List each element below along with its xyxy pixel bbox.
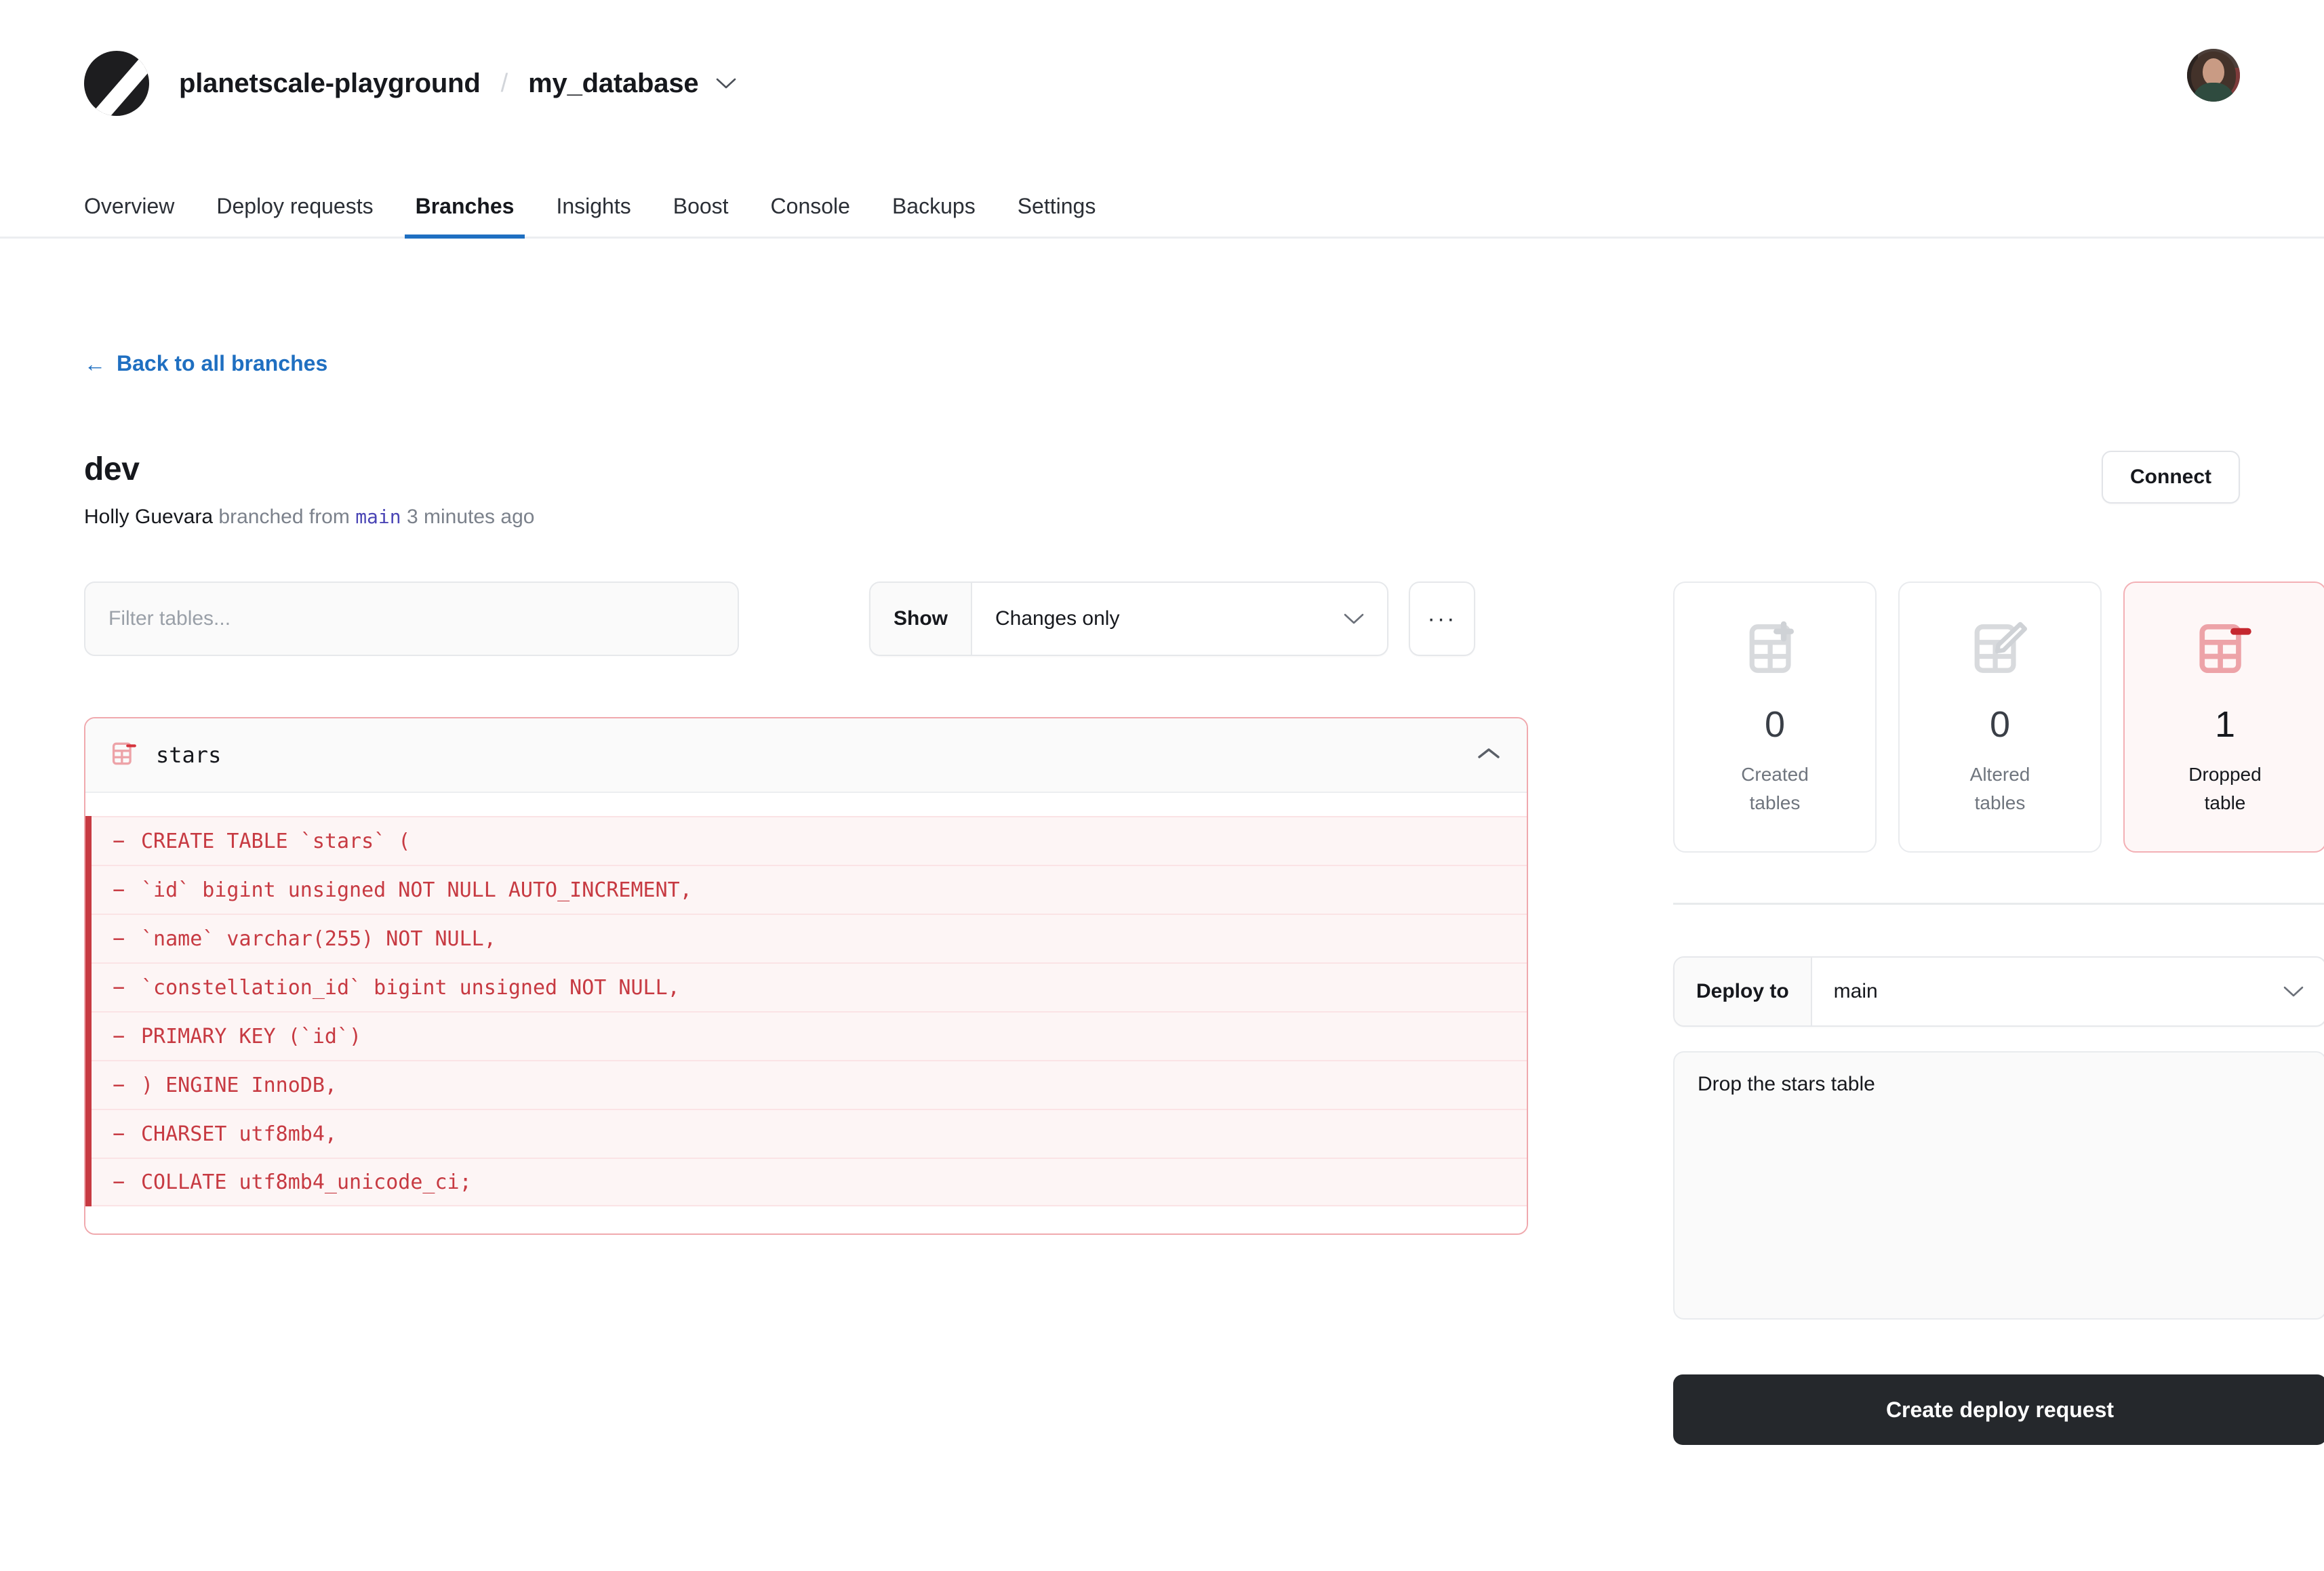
section-divider [1673,903,2324,905]
show-label: Show [870,583,972,655]
branch-branched-text: branched from [218,506,349,528]
avatar[interactable] [2187,49,2240,102]
tab-backups[interactable]: Backups [892,194,976,237]
diff-panel-header[interactable]: stars [85,718,1527,793]
more-options-button[interactable]: ··· [1409,582,1475,656]
table-diff-panel: stars −CREATE TABLE `stars` ( −`id` bigi… [84,717,1528,1235]
diff-sign: − [113,1025,141,1048]
chevron-up-icon[interactable] [1475,746,1502,765]
chevron-down-icon [1344,607,1364,630]
diff-line: −`constellation_id` bigint unsigned NOT … [85,962,1527,1011]
table-plus-icon [1744,617,1806,683]
stat-label: Dropped table [2188,760,2261,817]
branch-time: 3 minutes ago [407,506,534,528]
tab-boost[interactable]: Boost [673,194,729,237]
chevron-down-icon [2283,980,2304,1003]
diff-sign: − [113,976,141,1000]
deploy-to-label: Deploy to [1675,958,1812,1025]
stat-count: 1 [2215,703,2235,746]
table-edit-icon [1969,617,2031,683]
table-minus-icon [110,739,138,771]
diff-table-name: stars [156,742,221,768]
stat-count: 0 [1765,703,1785,746]
diff-line: −`name` varchar(255) NOT NULL, [85,914,1527,962]
diff-sign: − [113,1170,141,1194]
stat-card-dropped-tables: 1 Dropped table [2123,582,2324,853]
diff-line: −PRIMARY KEY (`id`) [85,1011,1527,1060]
create-deploy-request-button[interactable]: Create deploy request [1673,1374,2324,1445]
deploy-target-value: main [1834,980,1878,1003]
diff-sign: − [113,1122,141,1146]
diff-sign: − [113,878,141,902]
stat-card-created-tables: 0 Created tables [1673,582,1877,853]
primary-nav: Overview Deploy requests Branches Insigh… [0,167,2324,239]
breadcrumb-separator: / [501,69,508,98]
stat-count: 0 [1990,703,2010,746]
diff-line-text: COLLATE utf8mb4_unicode_ci; [141,1170,472,1194]
tab-overview[interactable]: Overview [84,194,174,237]
diff-line-text: PRIMARY KEY (`id`) [141,1025,361,1048]
content-columns: Show Changes only ··· [84,582,2240,1445]
tab-console[interactable]: Console [771,194,850,237]
planetscale-logo-icon[interactable] [84,51,149,116]
diff-line: −) ENGINE InnoDB, [85,1060,1527,1109]
branch-header: dev Holly Guevara branched from main 3 m… [84,451,2240,529]
back-to-branches-label: Back to all branches [117,351,327,376]
diff-line-text: CHARSET utf8mb4, [141,1122,337,1146]
app-header: planetscale-playground / my_database [0,0,2324,167]
stat-card-altered-tables: 0 Altered tables [1898,582,2102,853]
show-select[interactable]: Changes only [972,583,1387,655]
table-minus-icon [2194,617,2256,683]
diff-line-text: `constellation_id` bigint unsigned NOT N… [141,976,680,1000]
tab-insights[interactable]: Insights [556,194,630,237]
branch-author: Holly Guevara [84,506,213,528]
arrow-left-icon: ← [84,353,106,375]
diff-sign: − [113,830,141,853]
diff-line: −`id` bigint unsigned NOT NULL AUTO_INCR… [85,865,1527,914]
back-to-branches-link[interactable]: ← Back to all branches [84,351,327,376]
schema-change-stats: 0 Created tables 0 Altered t [1673,582,2324,853]
stat-label: Altered tables [1970,760,2030,817]
table-controls: Show Changes only ··· [84,582,1528,656]
tab-settings[interactable]: Settings [1018,194,1096,237]
diff-line-text: ) ENGINE InnoDB, [141,1074,337,1097]
sidebar-column: 0 Created tables 0 Altered t [1673,582,2324,1445]
show-select-value: Changes only [995,607,1119,630]
breadcrumb-database[interactable]: my_database [528,68,698,99]
diff-line: −COLLATE utf8mb4_unicode_ci; [85,1158,1527,1206]
diff-line: −CREATE TABLE `stars` ( [85,816,1527,865]
tab-branches[interactable]: Branches [416,194,515,237]
deploy-notes-textarea[interactable] [1673,1051,2324,1320]
diff-column: Show Changes only ··· [84,582,1528,1445]
diff-line-text: CREATE TABLE `stars` ( [141,830,410,853]
main-content: ← Back to all branches dev Holly Guevara… [0,239,2324,1445]
breadcrumb-org[interactable]: planetscale-playground [179,68,481,99]
diff-lines: −CREATE TABLE `stars` ( −`id` bigint uns… [85,793,1527,1233]
breadcrumb: planetscale-playground / my_database [84,51,736,116]
diff-line-text: `name` varchar(255) NOT NULL, [141,927,496,951]
diff-sign: − [113,927,141,951]
show-filter-group: Show Changes only [869,582,1388,656]
diff-sign: − [113,1074,141,1097]
chevron-down-icon[interactable] [716,77,736,89]
connect-button[interactable]: Connect [2102,451,2240,504]
diff-line: −CHARSET utf8mb4, [85,1109,1527,1158]
diff-line-text: `id` bigint unsigned NOT NULL AUTO_INCRE… [141,878,692,902]
filter-tables-input[interactable] [84,582,739,656]
deploy-target-group: Deploy to main [1673,956,2324,1027]
branch-parent-link[interactable]: main [355,506,401,528]
branch-meta: Holly Guevara branched from main 3 minut… [84,506,534,529]
deploy-target-select[interactable]: main [1812,958,2324,1025]
page-title: dev [84,451,534,488]
stat-label: Created tables [1741,760,1809,817]
tab-deploy-requests[interactable]: Deploy requests [216,194,373,237]
